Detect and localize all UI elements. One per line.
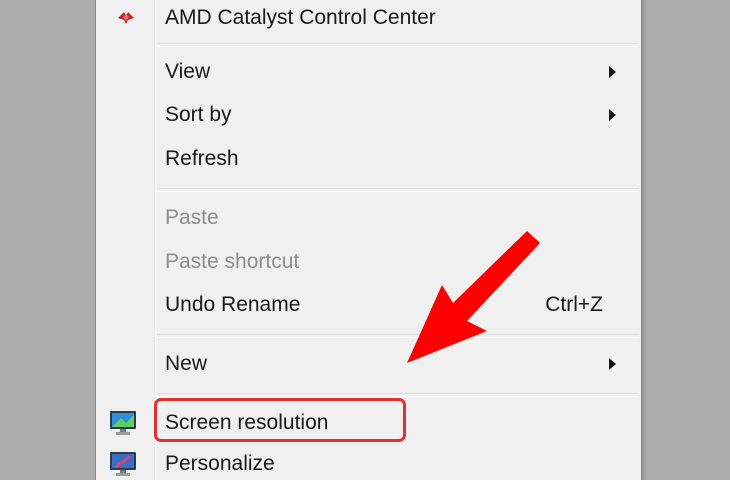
menu-item-personalize[interactable]: Personalize	[96, 444, 641, 480]
menu-item-label: Paste shortcut	[165, 250, 300, 273]
menu-item-label: Paste	[165, 206, 219, 229]
screen-resolution-icon	[109, 410, 137, 436]
menu-separator	[157, 188, 639, 192]
submenu-arrow-icon	[609, 109, 616, 121]
amd-catalyst-icon	[116, 9, 136, 27]
screenshot-stage: AMD Catalyst Control Center View Sort by…	[0, 0, 730, 480]
menu-separator	[157, 393, 639, 397]
menu-item-paste-shortcut[interactable]: Paste shortcut	[96, 242, 641, 282]
submenu-arrow-icon	[609, 66, 616, 78]
menu-item-undo-rename[interactable]: Undo Rename Ctrl+Z	[96, 285, 641, 325]
menu-separator	[157, 43, 639, 47]
menu-item-label: Undo Rename	[165, 293, 301, 316]
menu-item-label: Refresh	[165, 147, 239, 170]
menu-item-label: New	[165, 352, 208, 375]
personalize-icon	[109, 451, 137, 477]
menu-item-paste[interactable]: Paste	[96, 198, 641, 238]
menu-item-refresh[interactable]: Refresh	[96, 139, 641, 179]
menu-item-label: AMD Catalyst Control Center	[165, 6, 436, 29]
menu-item-label: Personalize	[165, 452, 275, 475]
menu-item-label: Sort by	[165, 103, 232, 126]
menu-item-amd-catalyst[interactable]: AMD Catalyst Control Center	[96, 0, 641, 38]
submenu-arrow-icon	[609, 358, 616, 370]
menu-item-view[interactable]: View	[96, 52, 641, 92]
menu-item-label: View	[165, 60, 211, 83]
screen-resolution-highlight-box	[154, 398, 406, 442]
menu-item-sort-by[interactable]: Sort by	[96, 95, 641, 135]
annotation-arrow-icon	[407, 231, 540, 363]
menu-item-new[interactable]: New	[96, 344, 641, 384]
